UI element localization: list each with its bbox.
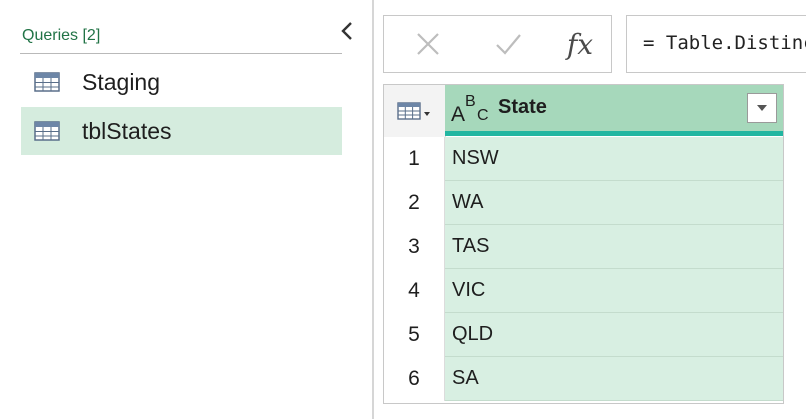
queries-header-underline — [20, 53, 342, 54]
column-filter-button[interactable] — [747, 93, 777, 123]
query-item-tblstates[interactable]: tblStates — [21, 107, 342, 155]
text-type-icon[interactable]: A B C — [451, 93, 493, 127]
insert-function-button[interactable]: fx — [550, 16, 610, 72]
table-cell[interactable]: VIC — [445, 269, 783, 313]
dropdown-arrow-icon — [757, 105, 767, 111]
table-row: 5 QLD — [384, 313, 783, 357]
check-icon — [496, 34, 521, 55]
table-menu-icon — [396, 102, 430, 120]
queries-pane: Queries [2] Staging tblStates — [0, 0, 372, 419]
query-item-label: Staging — [82, 68, 161, 95]
collapse-pane-button[interactable] — [334, 16, 360, 46]
formula-input[interactable]: = Table.Distinct — [626, 15, 806, 73]
formula-actions: fx — [383, 15, 612, 73]
column-name: State — [498, 96, 547, 118]
table-row: 1 NSW — [384, 137, 783, 181]
table-row: 2 WA — [384, 181, 783, 225]
close-icon — [417, 33, 439, 55]
table-row: 3 TAS — [384, 225, 783, 269]
table-row: 4 VIC — [384, 269, 783, 313]
row-number[interactable]: 4 — [384, 269, 445, 313]
query-item-label: tblStates — [82, 117, 172, 144]
row-number[interactable]: 6 — [384, 357, 445, 401]
row-number[interactable]: 1 — [384, 137, 445, 181]
queries-header: Queries [2] — [22, 27, 101, 44]
table-row: 6 SA — [384, 357, 783, 401]
row-number[interactable]: 5 — [384, 313, 445, 357]
row-number[interactable]: 3 — [384, 225, 445, 269]
table-cell[interactable]: NSW — [445, 137, 783, 181]
column-header-state[interactable]: A B C State — [445, 85, 783, 131]
pane-divider[interactable] — [372, 0, 374, 419]
table-cell[interactable]: TAS — [445, 225, 783, 269]
cancel-button[interactable] — [398, 16, 458, 72]
table-menu-button[interactable] — [384, 85, 446, 137]
row-number[interactable]: 2 — [384, 181, 445, 225]
query-item-staging[interactable]: Staging — [21, 58, 342, 106]
column-quality-bar — [445, 131, 783, 136]
table-cell[interactable]: QLD — [445, 313, 783, 357]
fx-icon: fx — [566, 27, 594, 61]
table-icon — [34, 72, 60, 92]
chevron-left-icon — [341, 22, 352, 40]
table-cell[interactable]: SA — [445, 357, 783, 401]
formula-text: = Table.Distinct — [643, 32, 806, 54]
data-grid: A B C State 1 NSW 2 WA 3 TAS 4 VIC 5 QLD… — [383, 84, 784, 404]
table-icon — [34, 121, 60, 141]
table-cell[interactable]: WA — [445, 181, 783, 225]
commit-button[interactable] — [478, 16, 538, 72]
